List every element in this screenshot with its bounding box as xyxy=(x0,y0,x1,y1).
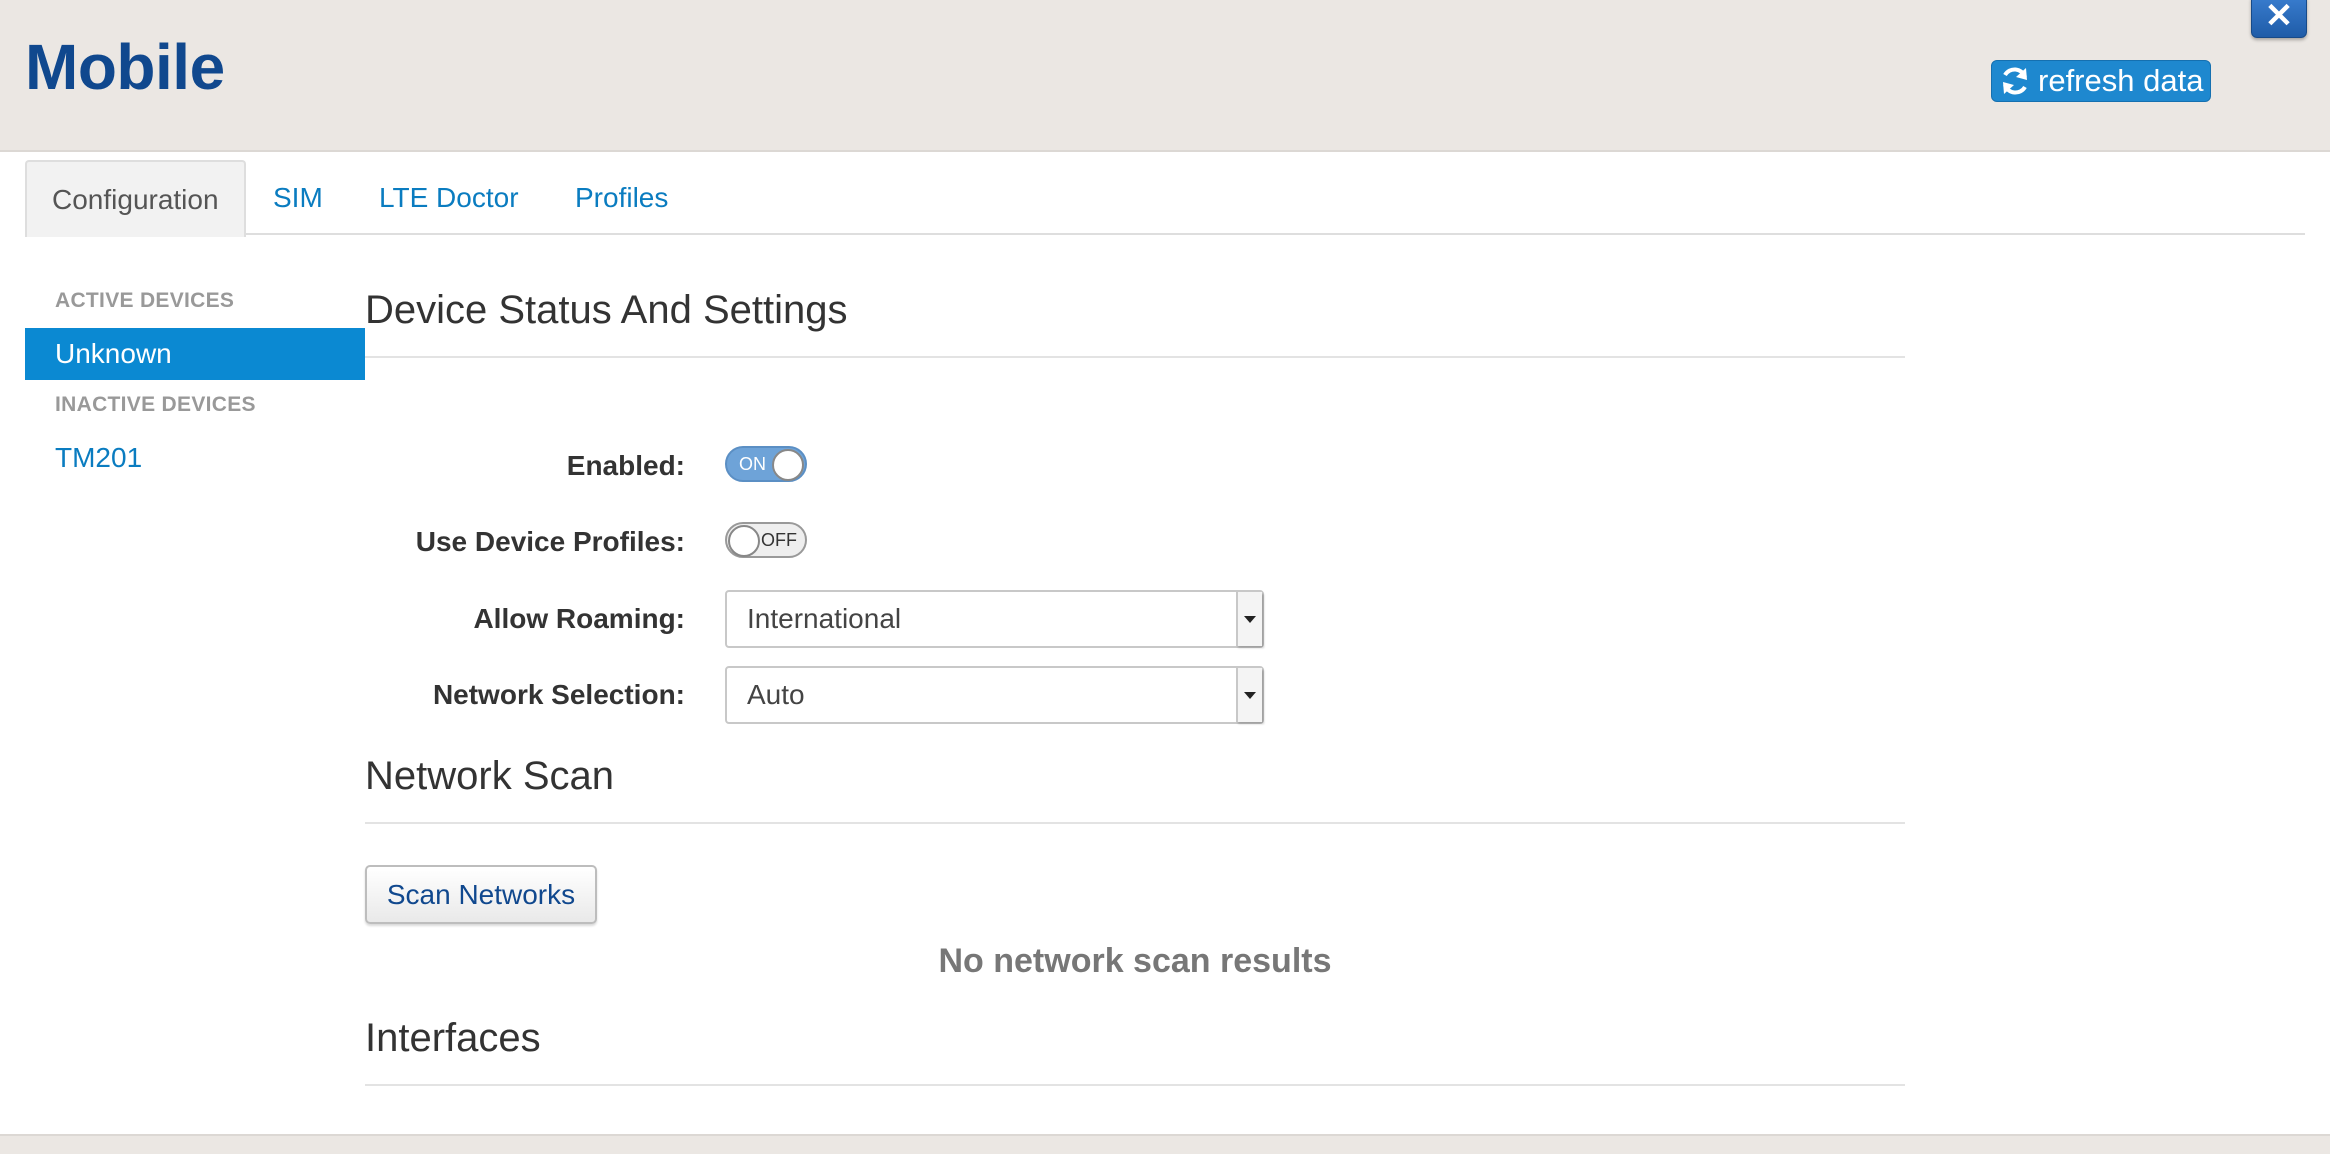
active-devices-heading: ACTIVE DEVICES xyxy=(55,289,235,312)
section-divider xyxy=(365,822,1905,824)
tab-profiles[interactable]: Profiles xyxy=(575,160,668,235)
tab-lte-doctor[interactable]: LTE Doctor xyxy=(379,160,519,235)
footer-bar xyxy=(0,1134,2330,1154)
tab-configuration[interactable]: Configuration xyxy=(25,160,246,237)
chevron-down-icon xyxy=(1236,668,1262,722)
network-selection-select[interactable]: Auto xyxy=(725,666,1264,724)
no-scan-results-text: No network scan results xyxy=(938,942,1332,980)
use-device-profiles-toggle-state: OFF xyxy=(761,530,797,550)
use-device-profiles-toggle[interactable]: OFF xyxy=(725,522,807,558)
refresh-icon xyxy=(2003,67,2027,95)
allow-roaming-value: International xyxy=(747,603,902,634)
page-title: Mobile xyxy=(25,31,225,103)
device-settings-title: Device Status And Settings xyxy=(365,288,848,332)
interfaces-title: Interfaces xyxy=(365,1016,541,1060)
network-selection-value: Auto xyxy=(747,679,805,710)
enabled-label: Enabled: xyxy=(566,450,685,481)
section-divider xyxy=(365,356,1905,358)
scan-networks-button[interactable]: Scan Networks xyxy=(365,865,597,924)
page-header: Mobile refresh data xyxy=(0,0,2330,152)
toggle-knob xyxy=(772,449,804,481)
refresh-data-label: refresh data xyxy=(2038,63,2204,98)
allow-roaming-label: Allow Roaming: xyxy=(473,603,685,634)
enabled-toggle-state: ON xyxy=(739,454,766,474)
tab-sim[interactable]: SIM xyxy=(273,160,323,235)
close-icon[interactable]: ✕ xyxy=(2251,0,2307,38)
device-item-unknown[interactable]: Unknown xyxy=(25,328,365,380)
toggle-knob xyxy=(728,525,760,557)
enabled-toggle[interactable]: ON xyxy=(725,446,807,482)
network-selection-label: Network Selection: xyxy=(432,679,685,710)
chevron-down-icon xyxy=(1236,592,1262,646)
inactive-devices-heading: INACTIVE DEVICES xyxy=(55,393,256,416)
section-divider xyxy=(365,1084,1905,1086)
allow-roaming-select[interactable]: International xyxy=(725,590,1264,648)
use-device-profiles-label: Use Device Profiles: xyxy=(415,526,685,557)
network-scan-title: Network Scan xyxy=(365,754,614,798)
refresh-data-button[interactable]: refresh data xyxy=(1991,60,2211,102)
tab-bar: Configuration SIM LTE Doctor Profiles xyxy=(25,160,2305,237)
